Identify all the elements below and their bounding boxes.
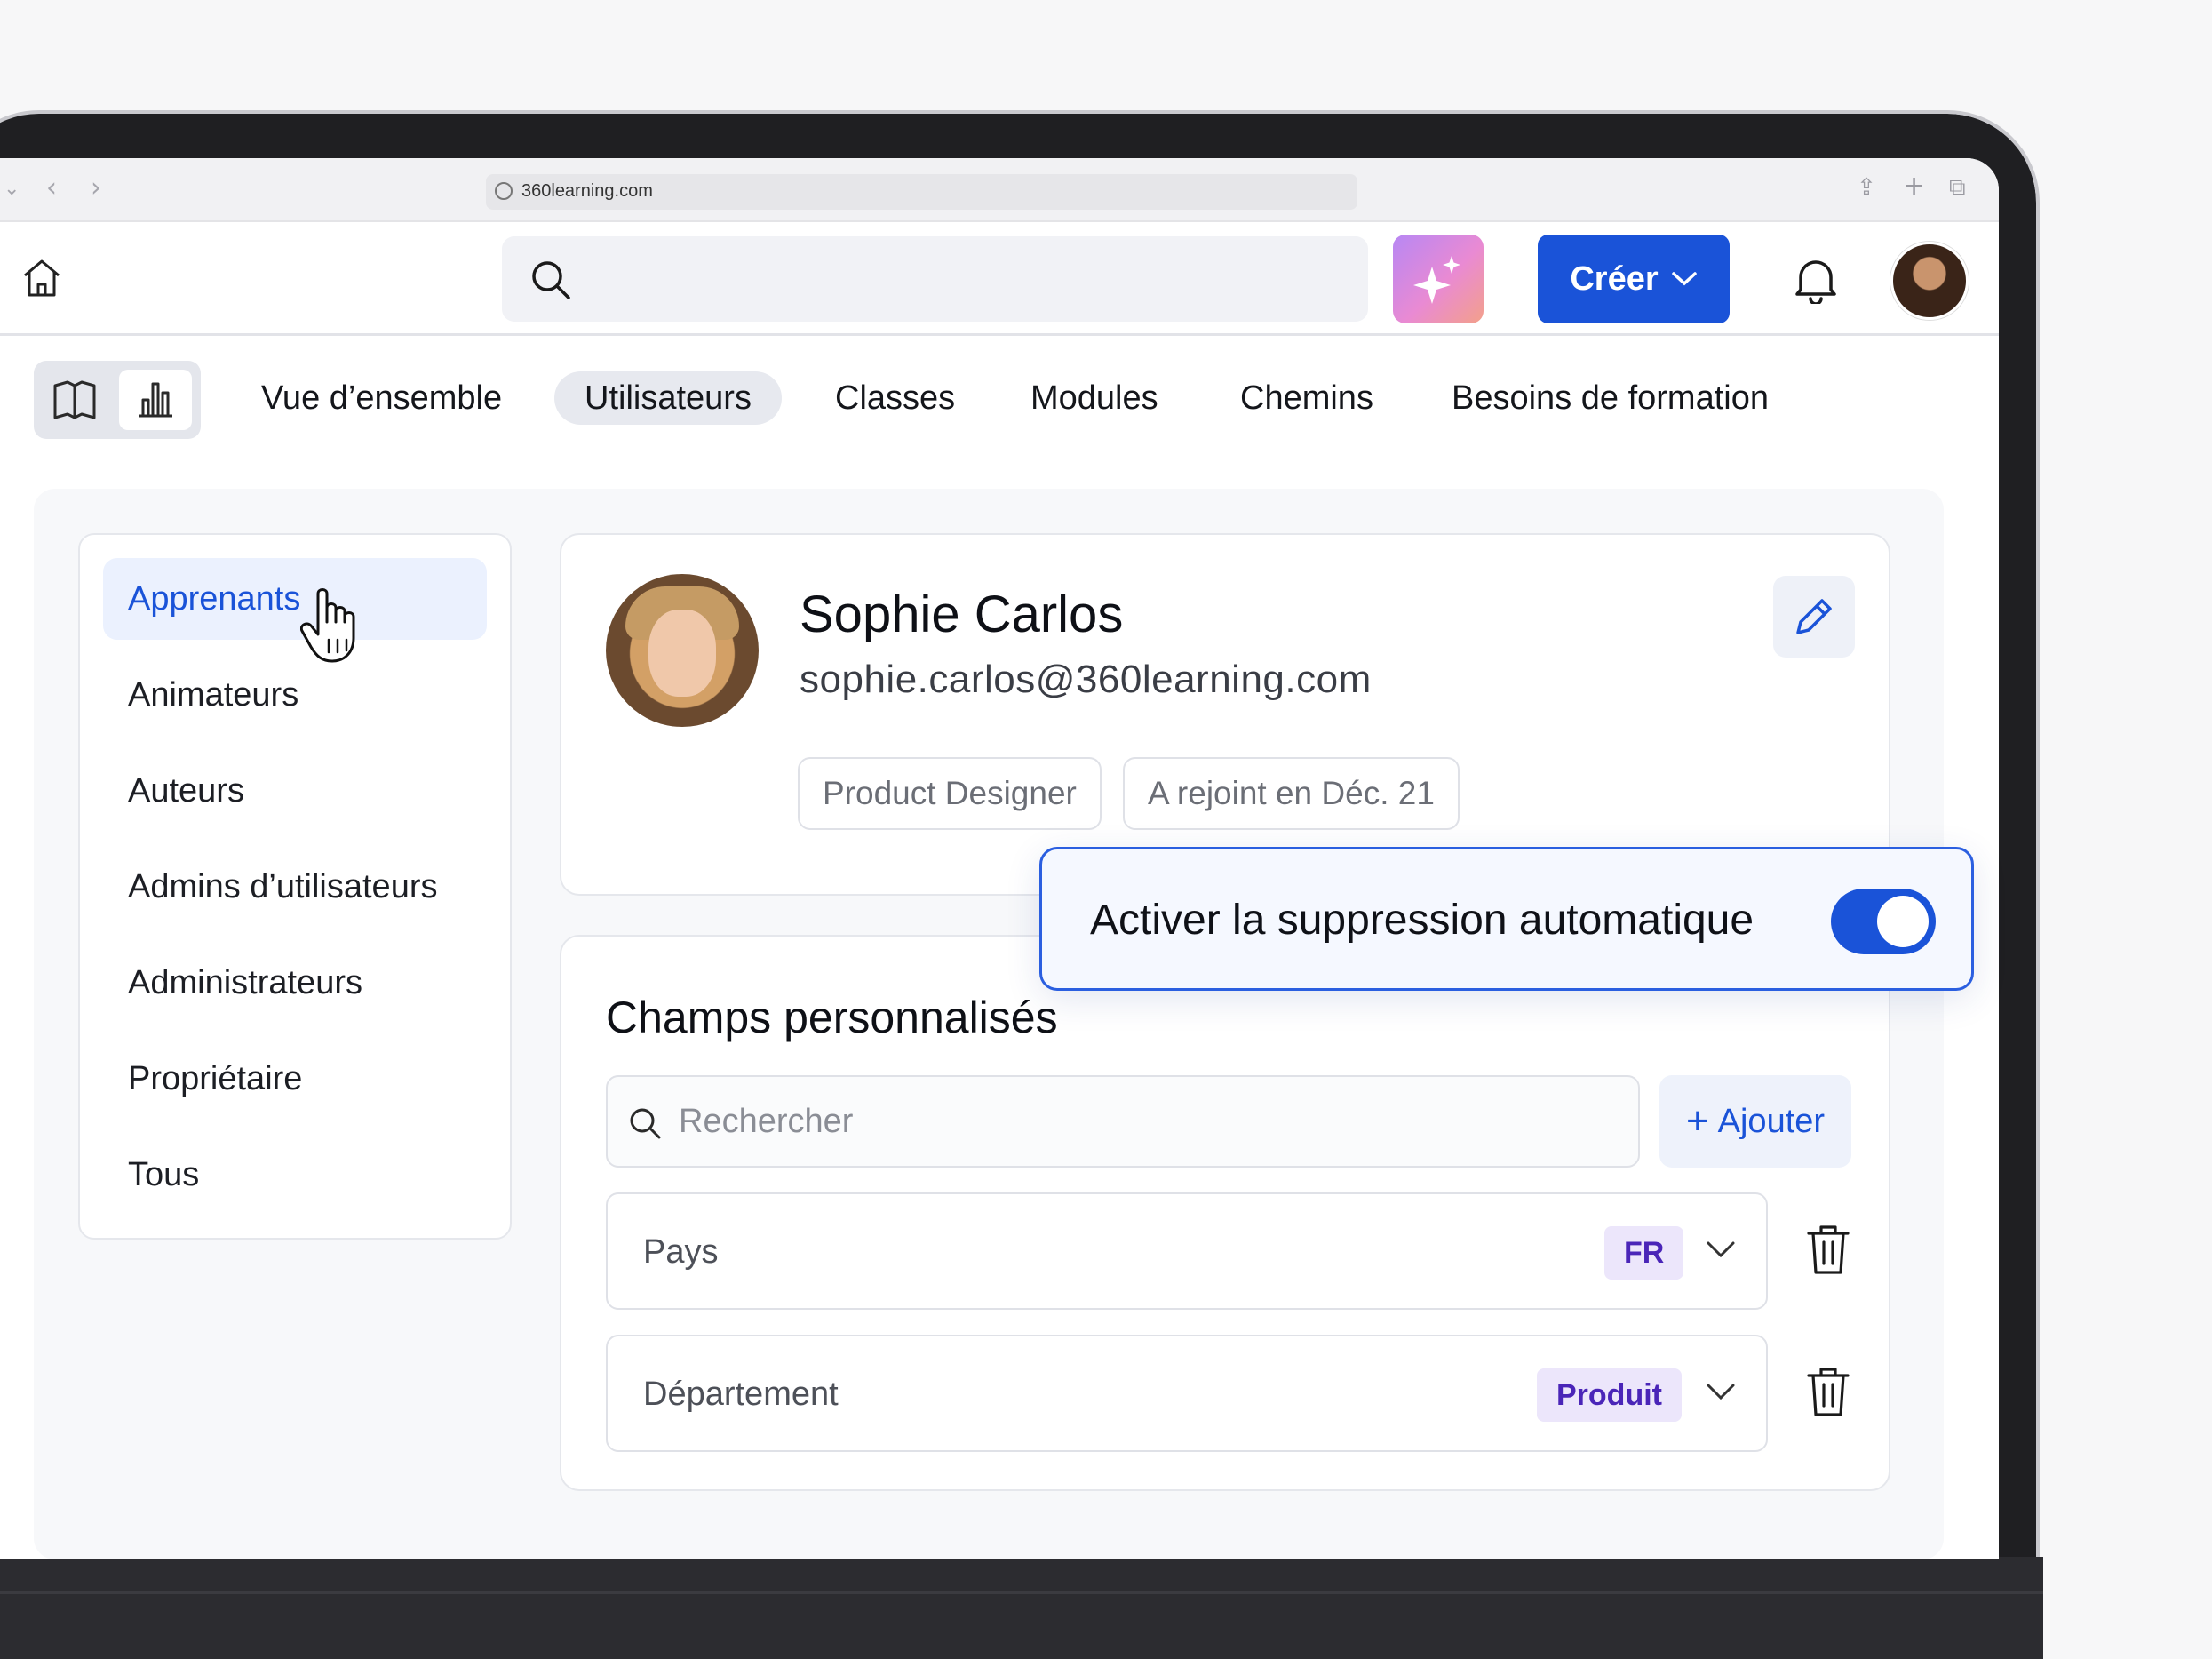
sidebar-item-authors[interactable]: Auteurs bbox=[103, 750, 487, 832]
profile-card: Sophie Carlos sophie.carlos@360learning.… bbox=[560, 533, 1890, 896]
custom-field-row-country[interactable]: Pays FR bbox=[606, 1192, 1768, 1310]
field-label: Département bbox=[643, 1376, 839, 1413]
analytics-view-option[interactable] bbox=[119, 370, 192, 430]
add-field-label: Ajouter bbox=[1717, 1102, 1826, 1140]
switch-knob bbox=[1877, 896, 1929, 947]
sidebar-item-all[interactable]: Tous bbox=[103, 1134, 487, 1216]
custom-fields-search bbox=[606, 1075, 1640, 1168]
profile-name: Sophie Carlos bbox=[800, 586, 1124, 643]
tab-training-needs[interactable]: Besoins de formation bbox=[1421, 371, 1799, 425]
trash-icon[interactable] bbox=[1805, 1223, 1851, 1276]
trash-icon[interactable] bbox=[1805, 1365, 1851, 1418]
url-text: 360learning.com bbox=[521, 181, 653, 201]
forward-icon[interactable]: › bbox=[91, 172, 101, 203]
sparkle-icon bbox=[1413, 256, 1460, 304]
pencil-icon bbox=[1796, 599, 1832, 634]
section-tabs: Vue d’ensemble Utilisateurs Classes Modu… bbox=[0, 336, 1999, 443]
auto-delete-label: Activer la suppression automatique bbox=[1090, 897, 1754, 944]
sidebar-item-user-admins[interactable]: Admins d’utilisateurs bbox=[103, 846, 487, 928]
custom-fields-title: Champs personnalisés bbox=[606, 993, 1058, 1042]
joined-date-chip: A rejoint en Déc. 21 bbox=[1123, 757, 1460, 830]
create-button-label: Créer bbox=[1570, 259, 1659, 298]
tab-paths[interactable]: Chemins bbox=[1210, 371, 1404, 425]
job-title-chip: Product Designer bbox=[798, 757, 1102, 830]
ai-assistant-button[interactable] bbox=[1393, 235, 1484, 323]
user-avatar[interactable] bbox=[1890, 242, 1969, 320]
chevron-down-icon[interactable]: ⌄ bbox=[4, 178, 20, 200]
bell-icon[interactable] bbox=[1792, 254, 1840, 304]
laptop-base-edge bbox=[0, 1591, 2043, 1594]
sidebar-item-learners[interactable]: Apprenants bbox=[103, 558, 487, 640]
address-bar[interactable]: 360learning.com bbox=[486, 174, 1357, 210]
custom-field-row-department[interactable]: Département Produit bbox=[606, 1335, 1768, 1452]
app-header: Créer bbox=[0, 222, 1999, 336]
sidebar-item-administrators[interactable]: Administrateurs bbox=[103, 942, 487, 1024]
auto-delete-toggle-card: Activer la suppression automatique bbox=[1039, 847, 1974, 991]
laptop-base bbox=[0, 1557, 2043, 1659]
tab-overview[interactable]: Vue d’ensemble bbox=[231, 371, 532, 425]
sidebar-item-owner[interactable]: Propriétaire bbox=[103, 1038, 487, 1120]
tab-users[interactable]: Utilisateurs bbox=[554, 371, 782, 425]
auto-delete-switch[interactable] bbox=[1831, 889, 1936, 954]
tab-classes[interactable]: Classes bbox=[805, 371, 985, 425]
chevron-down-icon[interactable] bbox=[1706, 1239, 1736, 1260]
new-tab-icon[interactable]: + bbox=[1903, 171, 1925, 202]
home-icon[interactable] bbox=[20, 256, 64, 300]
share-icon[interactable]: ⇪ bbox=[1857, 174, 1876, 201]
back-icon[interactable]: ‹ bbox=[46, 172, 57, 203]
global-search[interactable] bbox=[502, 236, 1368, 322]
field-value-badge: FR bbox=[1604, 1226, 1684, 1280]
edit-profile-button[interactable] bbox=[1773, 576, 1855, 658]
create-button[interactable]: Créer bbox=[1538, 235, 1730, 323]
globe-icon bbox=[495, 182, 513, 200]
field-label: Pays bbox=[643, 1233, 719, 1271]
role-sidebar: Apprenants Animateurs Auteurs Admins d’u… bbox=[78, 533, 512, 1240]
book-icon[interactable] bbox=[52, 377, 98, 423]
profile-email: sophie.carlos@360learning.com bbox=[800, 658, 1372, 701]
hand-cursor-icon bbox=[300, 588, 355, 663]
field-value-badge: Produit bbox=[1537, 1368, 1682, 1422]
view-toggle bbox=[34, 361, 201, 439]
search-icon bbox=[630, 1108, 661, 1139]
tabs-overview-icon[interactable]: ⧉ bbox=[1949, 174, 1966, 202]
chevron-down-icon[interactable] bbox=[1706, 1381, 1736, 1402]
profile-avatar bbox=[606, 574, 759, 727]
chevron-down-icon bbox=[1671, 272, 1697, 286]
tab-modules[interactable]: Modules bbox=[1000, 371, 1189, 425]
custom-fields-card: Champs personnalisés + Ajouter Pays FR D… bbox=[560, 935, 1890, 1491]
add-field-button[interactable]: + Ajouter bbox=[1659, 1075, 1851, 1168]
custom-fields-search-input[interactable] bbox=[679, 1097, 1567, 1146]
plus-icon: + bbox=[1685, 1099, 1709, 1143]
sidebar-item-facilitators[interactable]: Animateurs bbox=[103, 654, 487, 736]
browser-chrome: ⌄ ‹ › 360learning.com ⇪ + ⧉ bbox=[0, 158, 1999, 222]
bar-chart-icon bbox=[139, 382, 172, 418]
search-icon bbox=[532, 261, 570, 299]
